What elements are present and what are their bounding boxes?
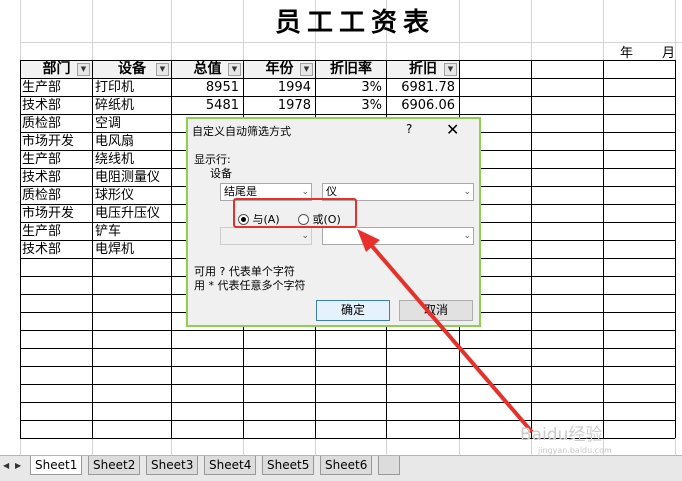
close-icon[interactable]: ✕: [446, 120, 459, 139]
table-cell[interactable]: 6906.06: [388, 97, 455, 115]
table-column-border: [20, 60, 21, 438]
highlight-annotation-box: [233, 198, 357, 228]
sheet-tab-sheet2[interactable]: Sheet2: [88, 456, 141, 475]
table-cell[interactable]: 电风扇: [95, 133, 170, 151]
chevron-down-icon: ⌄: [301, 231, 309, 241]
table-row-border: [20, 366, 675, 367]
table-cell[interactable]: 生产部: [22, 79, 91, 97]
table-column-border: [92, 60, 93, 438]
filter-dropdown-icon[interactable]: ▼: [300, 63, 313, 76]
condition1-value: 仪: [326, 185, 337, 198]
watermark-url: jingyan.baidu.com: [538, 446, 612, 455]
field-name-label: 设备: [210, 167, 232, 180]
sheet-tab-sheet4[interactable]: Sheet4: [204, 456, 257, 475]
scroll-left-icon[interactable]: ◀: [3, 459, 11, 473]
table-row-border: [20, 384, 675, 385]
table-cell[interactable]: 市场开发: [22, 133, 91, 151]
sheet-tab-bar: ◀ ▶ Sheet1 Sheet2 Sheet3 Sheet4 Sheet5 Sheet6: [0, 455, 682, 481]
table-cell[interactable]: 1994: [245, 79, 311, 97]
table-column-border: [531, 60, 532, 438]
table-cell[interactable]: 碎纸机: [95, 97, 170, 115]
table-cell[interactable]: 空调: [95, 115, 170, 133]
filter-dropdown-icon[interactable]: ▼: [444, 63, 457, 76]
table-cell[interactable]: 5481: [173, 97, 239, 115]
table-row-border: [20, 402, 675, 403]
table-cell[interactable]: 绕线机: [95, 151, 170, 169]
header-department: 部门 ▼: [21, 61, 92, 78]
filter-dropdown-icon[interactable]: ▼: [156, 63, 169, 76]
table-cell[interactable]: 球形仪: [95, 187, 170, 205]
table-row-border: [20, 348, 675, 349]
cancel-button[interactable]: 取消: [399, 300, 473, 321]
sheet-tab-sheet3[interactable]: Sheet3: [146, 456, 199, 475]
table-cell[interactable]: 打印机: [95, 79, 170, 97]
sheet-tab-sheet1[interactable]: Sheet1: [30, 456, 83, 475]
table-cell[interactable]: 质检部: [22, 115, 91, 133]
chevron-down-icon: ⌄: [463, 231, 471, 241]
condition2-operator-select[interactable]: ⌄: [220, 227, 312, 245]
table-cell[interactable]: 市场开发: [22, 205, 91, 223]
filter-dropdown-icon[interactable]: ▼: [77, 63, 90, 76]
dialog-title: 自定义自动筛选方式: [192, 125, 291, 138]
table-column-border: [675, 60, 676, 438]
month-label: 月: [662, 46, 676, 61]
table-row-border: [20, 330, 675, 331]
header-device: 设备 ▼: [93, 61, 171, 78]
add-sheet-icon[interactable]: [378, 456, 400, 475]
header-label: 年份: [265, 61, 294, 77]
table-cell[interactable]: 电阻测量仪: [95, 169, 170, 187]
table-cell[interactable]: 铲车: [95, 223, 170, 241]
table-cell[interactable]: 质检部: [22, 187, 91, 205]
table-cell[interactable]: 1978: [245, 97, 311, 115]
gridline: [20, 42, 682, 43]
table-cell[interactable]: 8951: [173, 79, 239, 97]
chevron-down-icon: ⌄: [301, 187, 309, 197]
header-total: 总值 ▼: [172, 61, 243, 78]
table-cell[interactable]: 技术部: [22, 97, 91, 115]
table-cell[interactable]: 3%: [317, 79, 382, 97]
watermark-logo: Baidu经验: [520, 425, 603, 445]
sheet-title: 员工工资表: [274, 8, 435, 38]
sheet-tab-sheet5[interactable]: Sheet5: [262, 456, 315, 475]
table-column-border: [603, 60, 604, 438]
table-cell[interactable]: 电焊机: [95, 241, 170, 259]
wildcard-hint-multiple: 用 * 代表任意多个字符: [194, 279, 306, 292]
table-column-border: [171, 60, 172, 438]
condition2-value-select[interactable]: ⌄: [322, 227, 474, 245]
help-icon[interactable]: ?: [406, 122, 412, 136]
header-label: 折旧率: [330, 61, 372, 77]
table-cell[interactable]: 生产部: [22, 151, 91, 169]
table-cell[interactable]: 技术部: [22, 241, 91, 259]
ok-button[interactable]: 确定: [316, 300, 390, 321]
filter-dropdown-icon[interactable]: ▼: [228, 63, 241, 76]
sheet-tab-sheet6[interactable]: Sheet6: [320, 456, 373, 475]
year-label: 年: [620, 46, 634, 61]
chevron-down-icon: ⌄: [463, 187, 471, 197]
table-cell[interactable]: 技术部: [22, 169, 91, 187]
table-cell[interactable]: 6981.78: [388, 79, 455, 97]
header-depreciation-rate: 折旧率: [316, 61, 386, 78]
header-label: 折旧: [409, 61, 437, 77]
header-label: 设备: [118, 61, 146, 77]
header-depreciation: 折旧 ▼: [387, 61, 459, 78]
table-cell[interactable]: 电压升压仪: [95, 205, 170, 223]
header-label: 总值: [193, 61, 222, 77]
header-label: 部门: [42, 61, 71, 77]
header-year: 年份 ▼: [244, 61, 315, 78]
scroll-right-icon[interactable]: ▶: [15, 459, 23, 473]
table-cell[interactable]: 3%: [317, 97, 382, 115]
table-cell[interactable]: 生产部: [22, 223, 91, 241]
condition1-operator-value: 结尾是: [224, 185, 257, 198]
